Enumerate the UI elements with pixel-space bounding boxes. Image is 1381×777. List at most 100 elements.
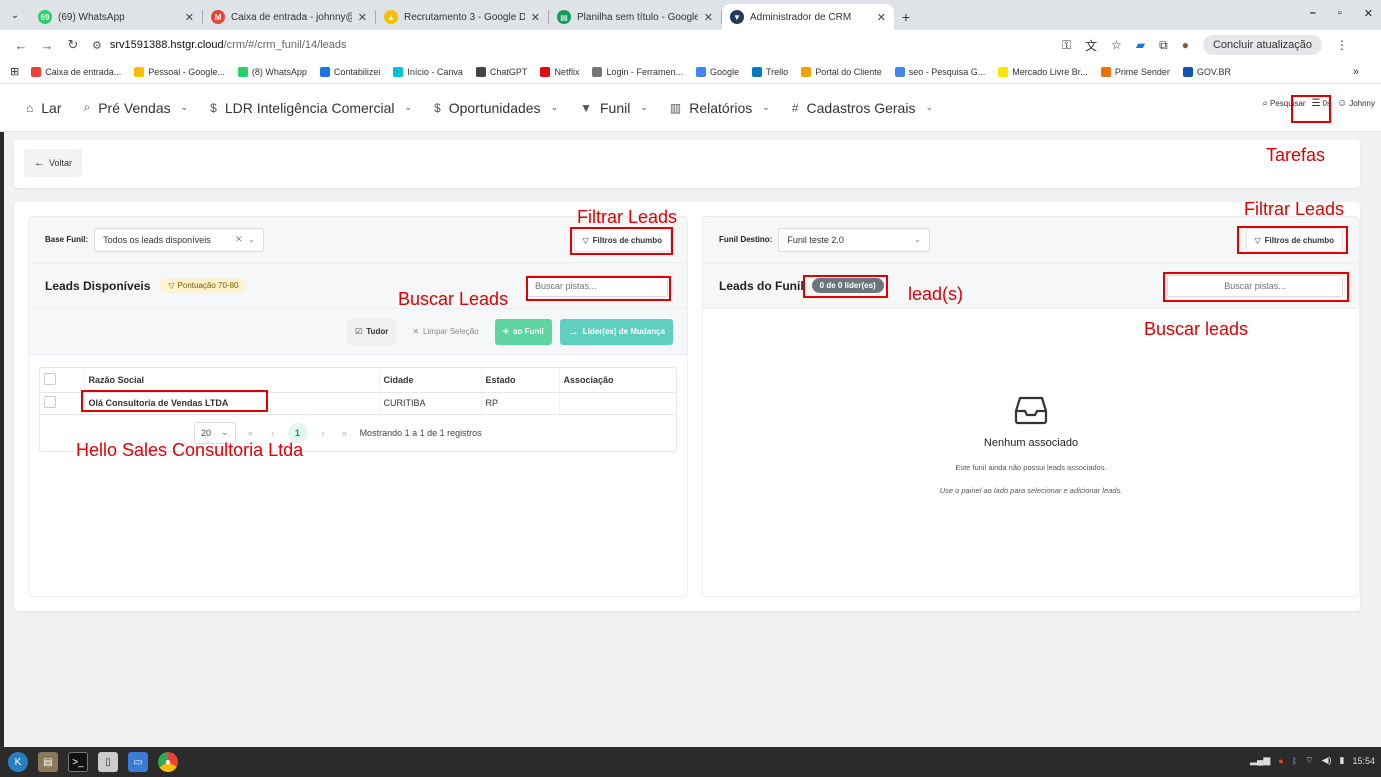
nav-item[interactable]: ⌕ Pré Vendas ⌄: [83, 100, 188, 116]
browser-tab[interactable]: ▲ Recrutamento 3 - Google D ✕: [376, 4, 548, 30]
apps-grid-icon[interactable]: ⊞: [10, 65, 19, 78]
volume-icon[interactable]: ◀): [1322, 755, 1332, 766]
nav-item[interactable]: ⌂ Lar: [26, 100, 61, 116]
reload-icon[interactable]: ↻: [60, 37, 86, 53]
translate-icon[interactable]: 文: [1085, 37, 1097, 54]
nav-item[interactable]: $ Oportunidades ⌄: [434, 100, 558, 116]
signal-icon[interactable]: ▂▄▆: [1250, 755, 1270, 766]
chevron-down-icon[interactable]: ⌄: [248, 234, 256, 244]
first-page-button[interactable]: «: [244, 428, 258, 438]
nav-label: Relatórios: [689, 99, 753, 116]
user-icon: ☺: [1336, 98, 1348, 109]
window-icon[interactable]: ▭: [128, 752, 148, 772]
nav-item[interactable]: ▥ Relatórios ⌄: [670, 100, 770, 116]
file-manager-icon[interactable]: ▤: [38, 752, 58, 772]
extensions-puzzle-icon[interactable]: ⧉: [1159, 38, 1168, 53]
bluetooth-icon[interactable]: ᛒ: [1292, 756, 1297, 766]
update-button[interactable]: Concluir atualização: [1202, 35, 1323, 55]
select-all-checkbox-cell: [40, 368, 84, 393]
battery-icon[interactable]: ▮: [1340, 755, 1345, 766]
select-all-button[interactable]: ☑ Tudor: [347, 318, 397, 345]
bookmark-label: Netflix: [554, 66, 580, 77]
bookmark-favicon-icon: [998, 66, 1009, 77]
col-cidade[interactable]: Cidade: [378, 368, 481, 393]
back-button[interactable]: ← Voltar: [24, 149, 82, 177]
back-arrow-icon[interactable]: ←: [8, 38, 34, 53]
bookmark-item[interactable]: ChatGPT: [475, 66, 527, 77]
maximize-icon[interactable]: ▫: [1338, 7, 1342, 20]
tab-close-icon[interactable]: ✕: [877, 11, 886, 24]
site-settings-icon[interactable]: ⚙: [92, 39, 102, 52]
browser-tab[interactable]: 69 (69) WhatsApp ✕: [30, 4, 202, 30]
add-to-funnel-button[interactable]: + ao Funil: [494, 318, 552, 345]
bookmark-label: seo - Pesquisa G...: [908, 66, 986, 77]
nav-item[interactable]: ▼ Funil ⌄: [580, 100, 648, 116]
start-menu-icon[interactable]: K: [8, 752, 28, 772]
tab-close-icon[interactable]: ✕: [704, 11, 713, 24]
browser-menu-icon[interactable]: ⋮: [1336, 38, 1348, 52]
tab-close-icon[interactable]: ✕: [531, 11, 540, 24]
base-funnel-select[interactable]: Todos os leads disponíveis ✕ ⌄: [94, 227, 265, 252]
bookmark-star-icon[interactable]: ☆: [1111, 38, 1122, 52]
browser-tab[interactable]: ▼ Administrador de CRM ✕: [722, 4, 894, 30]
cell-cidade: CURITIBA: [378, 392, 481, 415]
bookmark-label: Prime Sender: [1114, 66, 1170, 77]
row-checkbox[interactable]: [44, 396, 56, 408]
password-key-icon[interactable]: ⚿: [1062, 38, 1071, 53]
col-estado[interactable]: Estado: [480, 368, 559, 393]
tab-favicon-icon: ▲: [384, 10, 398, 24]
bookmarks-more-icon[interactable]: »: [1353, 66, 1359, 78]
col-associacao[interactable]: Associação: [558, 368, 676, 393]
minimize-icon[interactable]: –: [1310, 7, 1316, 20]
move-leads-button[interactable]: → Líder(es) de Mudança: [559, 318, 673, 345]
nav-item[interactable]: $ LDR Inteligência Comercial ⌄: [210, 100, 412, 116]
bookmark-item[interactable]: Caixa de entrada...: [31, 66, 121, 77]
bookmark-item[interactable]: Portal do Cliente: [801, 66, 882, 77]
bookmark-item[interactable]: Prime Sender: [1100, 66, 1170, 77]
tab-close-icon[interactable]: ✕: [358, 11, 367, 24]
bookmark-item[interactable]: Google: [695, 66, 739, 77]
nav-item[interactable]: # Cadastros Gerais ⌄: [792, 100, 933, 116]
bookmark-item[interactable]: Pessoal - Google...: [134, 66, 225, 77]
col-razao-social[interactable]: Razão Social: [83, 368, 379, 393]
tab-search-chevron-icon[interactable]: ⌄: [0, 0, 30, 30]
clear-icon[interactable]: ✕: [235, 234, 243, 244]
bookmark-item[interactable]: Mercado Livre Br...: [998, 66, 1088, 77]
new-tab-button[interactable]: +: [894, 4, 918, 30]
nav-label: Cadastros Gerais: [806, 99, 916, 116]
bookmark-label: Contabilizei: [333, 66, 381, 77]
network-icon[interactable]: ⌔: [1305, 755, 1313, 766]
bookmark-item[interactable]: Início - Canva: [393, 66, 463, 77]
bookmark-item[interactable]: GOV.BR: [1182, 66, 1231, 77]
forward-arrow-icon[interactable]: →: [34, 38, 60, 53]
last-page-button[interactable]: »: [338, 428, 352, 438]
next-page-button[interactable]: ›: [316, 428, 330, 438]
annotation-box-search-left: [526, 276, 671, 301]
chrome-taskbar-icon[interactable]: ●: [158, 752, 178, 772]
bookmark-favicon-icon: [894, 66, 905, 77]
user-menu[interactable]: ☺ Johnny: [1337, 98, 1375, 109]
bookmark-item[interactable]: Netflix: [540, 66, 580, 77]
bookmark-item[interactable]: Login - Ferramen...: [592, 66, 683, 77]
nav-icon: ⌂: [26, 100, 34, 115]
prev-page-button[interactable]: ‹: [266, 428, 280, 438]
clear-selection-button[interactable]: ✕ Limpar Seleção: [404, 319, 486, 345]
select-all-checkbox[interactable]: [44, 372, 56, 385]
browser-tab[interactable]: M Caixa de entrada - johnny@ ✕: [203, 4, 375, 30]
profile-avatar-icon[interactable]: ●: [1182, 38, 1189, 52]
terminal-icon[interactable]: >_: [68, 752, 88, 772]
browser-tab[interactable]: ▤ Planilha sem título - Google ✕: [549, 4, 721, 30]
nav-icon: #: [791, 100, 799, 115]
dest-funnel-select[interactable]: Funil teste 2.0 ⌄: [778, 227, 931, 252]
bookmark-item[interactable]: (8) WhatsApp: [237, 66, 307, 77]
chrome-tray-icon[interactable]: ●: [1278, 756, 1283, 766]
close-window-icon[interactable]: ✕: [1364, 7, 1373, 20]
bookmark-item[interactable]: Trello: [752, 66, 788, 77]
text-editor-icon[interactable]: ▯: [98, 752, 118, 772]
bookmark-item[interactable]: Contabilizei: [319, 66, 381, 77]
tab-close-icon[interactable]: ✕: [185, 11, 194, 24]
score-badge[interactable]: ▽ Pontuação 70-80: [160, 278, 247, 293]
bookmark-item[interactable]: seo - Pesquisa G...: [894, 66, 986, 77]
url-field[interactable]: ⚙ srv1591388.hstgr.cloud/crm/#/crm_funil…: [92, 39, 1062, 52]
extension-icon[interactable]: ▰: [1136, 38, 1145, 52]
